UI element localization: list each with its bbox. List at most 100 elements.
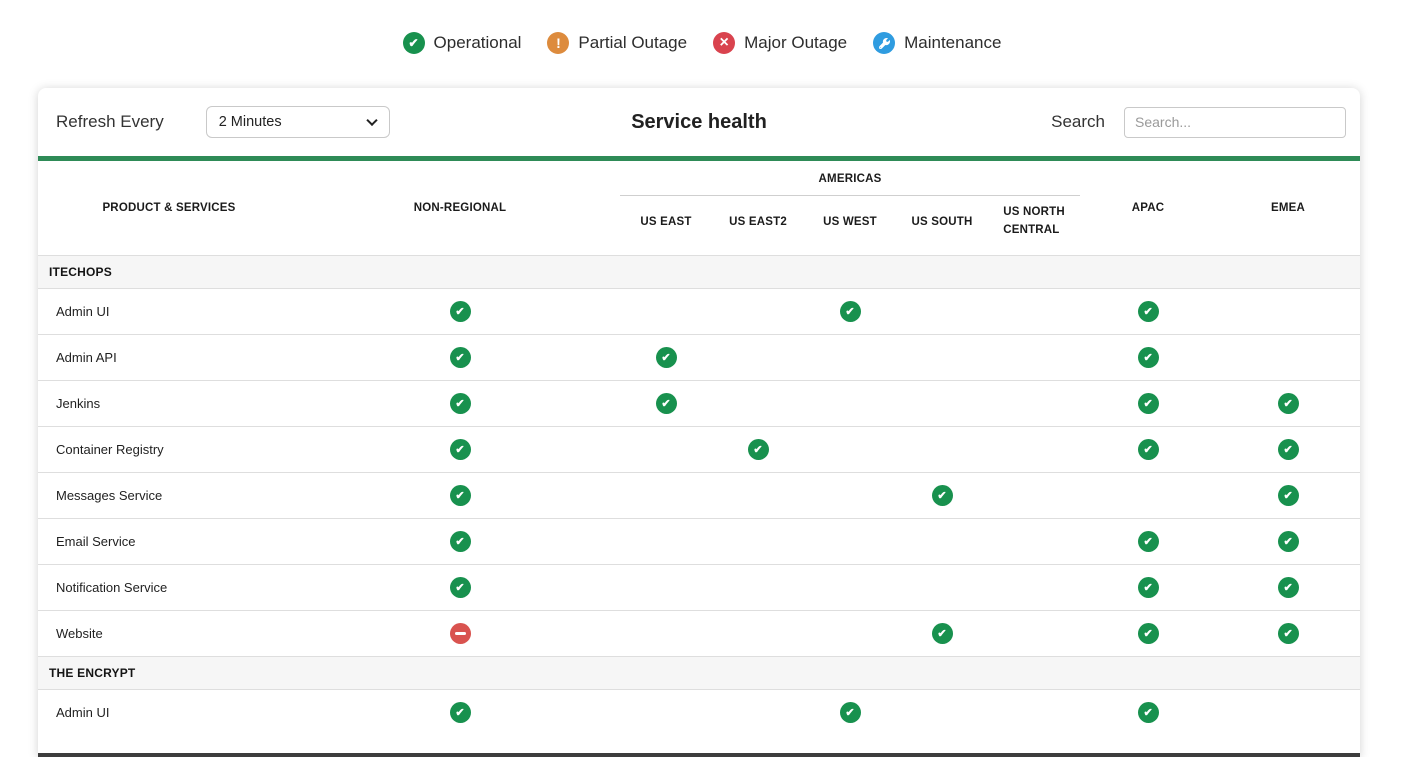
service-row: Jenkins	[38, 380, 1360, 426]
service-row: Email Service	[38, 518, 1360, 564]
status-cell-apac	[1080, 288, 1216, 334]
refresh-interval-select[interactable]: 2 Minutes	[206, 106, 390, 138]
legend-label: Maintenance	[904, 33, 1001, 53]
operational-check-icon	[450, 393, 471, 414]
legend-item-major-outage: Major Outage	[713, 32, 847, 54]
operational-check-icon	[932, 623, 953, 644]
section-title: THE ENCRYPT	[38, 656, 1360, 689]
refresh-every-label: Refresh Every	[52, 112, 164, 132]
status-cell-us-east2	[712, 334, 804, 380]
service-row: Container Registry	[38, 426, 1360, 472]
status-cell-us-south	[896, 288, 988, 334]
card-header: Refresh Every 2 Minutes Service health S…	[38, 88, 1360, 156]
status-cell-us-south	[896, 472, 988, 518]
operational-check-icon	[1278, 531, 1299, 552]
status-cell-emea	[1216, 334, 1360, 380]
service-name: Admin API	[38, 334, 300, 380]
status-cell-us-east	[620, 689, 712, 735]
status-cell-us-north-central	[988, 426, 1080, 472]
legend-label: Partial Outage	[578, 33, 687, 53]
search-label: Search	[1051, 112, 1105, 132]
status-cell-emea	[1216, 689, 1360, 735]
legend-label: Major Outage	[744, 33, 847, 53]
status-cell-us-east2	[712, 472, 804, 518]
column-header-emea: EMEA	[1216, 161, 1360, 255]
status-cell-apac	[1080, 518, 1216, 564]
outage-minus-icon	[450, 623, 471, 644]
status-cell-us-west	[804, 564, 896, 610]
search-input[interactable]	[1124, 107, 1346, 138]
operational-check-icon	[1138, 439, 1159, 460]
status-cell-apac	[1080, 334, 1216, 380]
status-cell-emea	[1216, 426, 1360, 472]
status-cell-us-east	[620, 380, 712, 426]
status-cell-us-east	[620, 518, 712, 564]
status-cell-us-east	[620, 288, 712, 334]
section-header-row: THE ENCRYPT	[38, 656, 1360, 689]
status-cell-us-east2	[712, 518, 804, 564]
status-cell-emea	[1216, 518, 1360, 564]
refresh-control: Refresh Every 2 Minutes	[52, 106, 492, 138]
status-cell-us-north-central	[988, 610, 1080, 656]
section-header-row: ITECHOPS	[38, 255, 1360, 288]
service-health-card: Refresh Every 2 Minutes Service health S…	[38, 88, 1360, 757]
legend-item-operational: Operational	[403, 32, 522, 54]
operational-check-icon	[403, 32, 425, 54]
status-cell-us-north-central	[988, 689, 1080, 735]
column-header-us-north-central: US NORTHCENTRAL	[988, 197, 1080, 255]
legend-label: Operational	[434, 33, 522, 53]
column-header-apac: APAC	[1080, 161, 1216, 255]
operational-check-icon	[748, 439, 769, 460]
status-cell-non-regional	[300, 334, 620, 380]
status-cell-non-regional	[300, 564, 620, 610]
status-cell-us-south	[896, 426, 988, 472]
status-cell-us-east	[620, 334, 712, 380]
column-header-us-west: US WEST	[804, 197, 896, 255]
operational-check-icon	[1278, 393, 1299, 414]
service-row: Admin UI	[38, 689, 1360, 735]
operational-check-icon	[1278, 623, 1299, 644]
status-cell-us-south	[896, 380, 988, 426]
service-name: Notification Service	[38, 564, 300, 610]
status-legend: Operational Partial Outage Major Outage …	[0, 0, 1404, 62]
operational-check-icon	[840, 301, 861, 322]
status-cell-us-west	[804, 518, 896, 564]
operational-check-icon	[1278, 439, 1299, 460]
status-cell-us-south	[896, 610, 988, 656]
operational-check-icon	[1278, 485, 1299, 506]
service-row: Admin API	[38, 334, 1360, 380]
status-cell-non-regional	[300, 610, 620, 656]
operational-check-icon	[450, 347, 471, 368]
status-cell-emea	[1216, 380, 1360, 426]
column-header-us-east2: US EAST2	[712, 197, 804, 255]
operational-check-icon	[1138, 702, 1159, 723]
search-control: Search	[906, 107, 1346, 138]
status-cell-us-east2	[712, 564, 804, 610]
legend-item-partial-outage: Partial Outage	[547, 32, 687, 54]
status-cell-emea	[1216, 564, 1360, 610]
legend-item-maintenance: Maintenance	[873, 32, 1001, 54]
status-cell-emea	[1216, 610, 1360, 656]
column-header-product-services: PRODUCT & SERVICES	[38, 161, 300, 255]
operational-check-icon	[1138, 531, 1159, 552]
us-north-central-label: US NORTHCENTRAL	[1003, 204, 1065, 240]
page-title: Service health	[492, 111, 906, 134]
operational-check-icon	[656, 393, 677, 414]
column-header-us-east: US EAST	[620, 197, 712, 255]
service-name: Admin UI	[38, 288, 300, 334]
status-cell-us-north-central	[988, 288, 1080, 334]
status-cell-us-east	[620, 564, 712, 610]
operational-check-icon	[1278, 577, 1299, 598]
operational-check-icon	[840, 702, 861, 723]
operational-check-icon	[1138, 347, 1159, 368]
operational-check-icon	[450, 485, 471, 506]
status-cell-us-west	[804, 426, 896, 472]
status-cell-us-east	[620, 610, 712, 656]
status-cell-emea	[1216, 288, 1360, 334]
status-cell-us-south	[896, 564, 988, 610]
operational-check-icon	[450, 439, 471, 460]
section-title: ITECHOPS	[38, 255, 1360, 288]
status-cell-us-north-central	[988, 380, 1080, 426]
service-row: Notification Service	[38, 564, 1360, 610]
operational-check-icon	[1138, 577, 1159, 598]
